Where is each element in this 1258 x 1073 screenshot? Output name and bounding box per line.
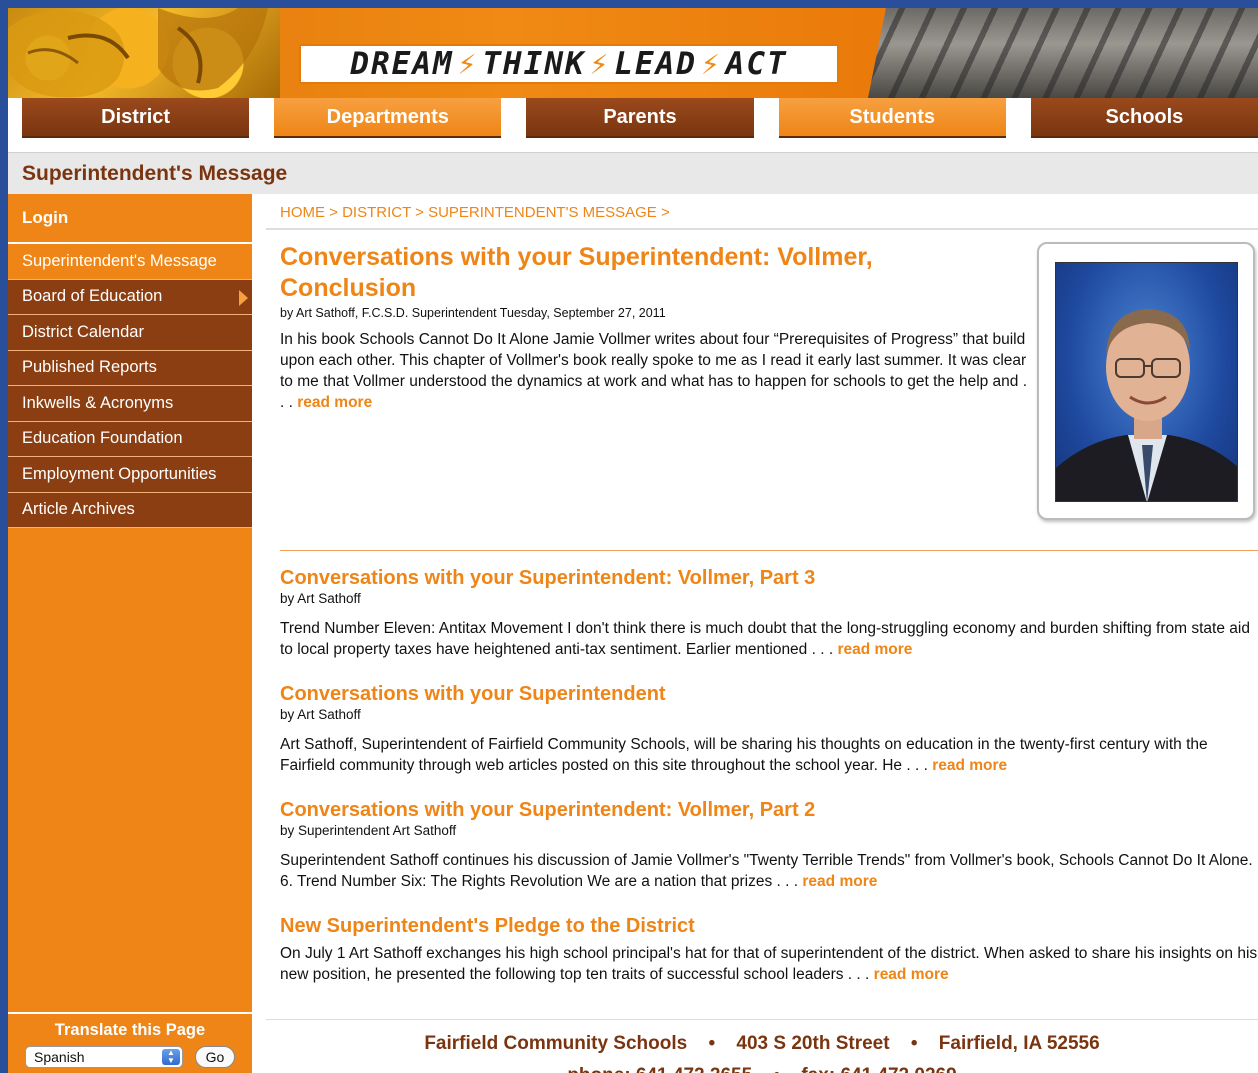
lightning-icon: ⚡ (457, 46, 479, 82)
article-text: Trend Number Eleven: Antitax Movement I … (280, 620, 1250, 658)
article-title[interactable]: New Superintendent's Pledge to the Distr… (280, 913, 1258, 939)
footer-address-line: Fairfield Community Schools • 403 S 20th… (266, 1028, 1258, 1060)
sidebar-item-label: Published Reports (22, 358, 157, 377)
footer-divider (266, 1019, 1258, 1020)
breadcrumb-divider (266, 228, 1258, 230)
lightning-icon: ⚡ (589, 46, 611, 82)
article-byline: by Superintendent Art Sathoff (280, 823, 457, 838)
select-updown-icon: ▲ ▼ (162, 1049, 180, 1065)
read-more-link[interactable]: read more (874, 966, 949, 983)
nav-departments[interactable]: Departments (274, 98, 502, 138)
article-title[interactable]: Conversations with your Superintendent (280, 681, 1258, 707)
article-item: New Superintendent's Pledge to the Distr… (280, 913, 1258, 985)
sidebar-item-employment-opportunities[interactable]: Employment Opportunities (8, 457, 252, 493)
article-byline: by Art Sathoff (280, 707, 361, 722)
translate-label: Translate this Page (54, 1021, 206, 1039)
article-item: Conversations with your Superintendent: … (280, 797, 1258, 892)
featured-article-title[interactable]: Conversations with your Superintendent: … (280, 242, 1000, 304)
classroom-photo (868, 8, 1258, 98)
featured-article-text: In his book Schools Cannot Do It Alone J… (280, 331, 1028, 411)
page-title-bar: Superintendent's Message (8, 152, 1258, 194)
footer-fax: fax: 641.472.0269 (801, 1065, 956, 1073)
lightning-icon: ⚡ (700, 46, 722, 82)
superintendent-portrait (1055, 262, 1238, 502)
sidebar-item-label: Board of Education (22, 287, 163, 306)
sidebar-item-published-reports[interactable]: Published Reports (8, 350, 252, 386)
sidebar-item-label: Education Foundation (22, 429, 183, 448)
sidebar-item-article-archives[interactable]: Article Archives (8, 492, 252, 528)
submenu-arrow-icon (239, 289, 248, 306)
article-text: On July 1 Art Sathoff exchanges his high… (280, 945, 1258, 983)
read-more-link[interactable]: read more (837, 641, 912, 658)
footer-org: Fairfield Community Schools (424, 1033, 688, 1054)
login-link[interactable]: Login (8, 194, 252, 244)
content-divider (280, 550, 1258, 551)
article-summary: Superintendent Sathoff continues his dis… (280, 850, 1258, 892)
sidebar-item-inkwells-acronyms[interactable]: Inkwells & Acronyms (8, 386, 252, 422)
article-text: Art Sathoff, Superintendent of Fairfield… (280, 736, 1208, 774)
article-summary: Trend Number Eleven: Antitax Movement I … (280, 618, 1258, 660)
article-item: Conversations with your Superintendent: … (280, 565, 1258, 660)
sidebar: Login Superintendent's Message Board of … (8, 194, 252, 1073)
article-summary: Art Sathoff, Superintendent of Fairfield… (280, 734, 1258, 776)
footer-separator: • (910, 1033, 918, 1054)
read-more-link[interactable]: read more (802, 873, 877, 890)
sidebar-item-district-calendar[interactable]: District Calendar (8, 315, 252, 351)
portrait-figure-icon (1056, 309, 1237, 501)
featured-article-byline: by Art Sathoff, F.C.S.D. Superintendent … (280, 306, 666, 320)
article-text: Superintendent Sathoff continues his dis… (280, 852, 1253, 890)
mascot-artwork-icon (8, 8, 268, 98)
sidebar-item-label: District Calendar (22, 322, 144, 341)
slogan: DREAM ⚡ THINK ⚡ LEAD ⚡ ACT (350, 46, 787, 82)
sidebar-item-label: Article Archives (22, 500, 135, 519)
slogan-word: ACT (725, 46, 788, 82)
article-title[interactable]: Conversations with your Superintendent: … (280, 797, 1258, 823)
breadcrumb[interactable]: HOME > DISTRICT > SUPERINTENDENT'S MESSA… (280, 204, 670, 221)
translate-controls: Spanish ▲ ▼ Go (8, 1046, 252, 1068)
article-title[interactable]: Conversations with your Superintendent: … (280, 565, 1258, 591)
nav-district[interactable]: District (22, 98, 250, 138)
sidebar-item-superintendents-message[interactable]: Superintendent's Message (8, 244, 252, 280)
site-footer: Fairfield Community Schools • 403 S 20th… (266, 1028, 1258, 1073)
trojan-mascot-logo[interactable] (8, 8, 280, 98)
nav-students[interactable]: Students (778, 98, 1006, 138)
article-item: Conversations with your Superintendent b… (280, 681, 1258, 776)
page: DREAM ⚡ THINK ⚡ LEAD ⚡ ACT District Department… (8, 8, 1258, 1073)
nav-schools[interactable]: Schools (1030, 98, 1258, 138)
translate-panel: Translate this Page Spanish ▲ ▼ Go (8, 1012, 252, 1073)
superintendent-portrait-frame (1037, 242, 1255, 520)
featured-article-body: In his book Schools Cannot Do It Alone J… (280, 329, 1030, 413)
language-select-value: Spanish (34, 1049, 85, 1065)
main-content: HOME > DISTRICT > SUPERINTENDENT'S MESSA… (266, 194, 1258, 1073)
page-title: Superintendent's Message (22, 161, 288, 185)
sidebar-item-education-foundation[interactable]: Education Foundation (8, 421, 252, 457)
site-banner: DREAM ⚡ THINK ⚡ LEAD ⚡ ACT (8, 8, 1258, 98)
article-byline: by Art Sathoff (280, 591, 361, 606)
sidebar-item-label: Superintendent's Message (22, 251, 217, 270)
featured-read-more-link[interactable]: read more (297, 394, 372, 411)
slogan-box: DREAM ⚡ THINK ⚡ LEAD ⚡ ACT (299, 44, 839, 84)
footer-address: 403 S 20th Street (736, 1033, 890, 1054)
footer-separator: • (708, 1033, 716, 1054)
slogan-word: THINK (482, 46, 586, 82)
footer-separator: • (757, 1065, 796, 1073)
sidebar-item-board-of-education[interactable]: Board of Education (8, 279, 252, 315)
footer-phone: phone: 641.472.2655 (567, 1065, 752, 1073)
article-summary: On July 1 Art Sathoff exchanges his high… (280, 943, 1258, 985)
slogan-word: LEAD (614, 46, 697, 82)
sidebar-item-label: Employment Opportunities (22, 464, 217, 483)
language-select[interactable]: Spanish ▲ ▼ (25, 1046, 183, 1068)
slogan-word: DREAM (350, 46, 454, 82)
read-more-link[interactable]: read more (932, 757, 1007, 774)
top-nav: District Departments Parents Students Sc… (8, 98, 1258, 144)
footer-city: Fairfield, IA 52556 (938, 1033, 1100, 1054)
nav-parents[interactable]: Parents (526, 98, 754, 138)
translate-go-button[interactable]: Go (195, 1046, 235, 1068)
footer-contact-line: phone: 641.472.2655 • fax: 641.472.0269 (266, 1060, 1258, 1073)
sidebar-item-label: Inkwells & Acronyms (22, 393, 174, 412)
